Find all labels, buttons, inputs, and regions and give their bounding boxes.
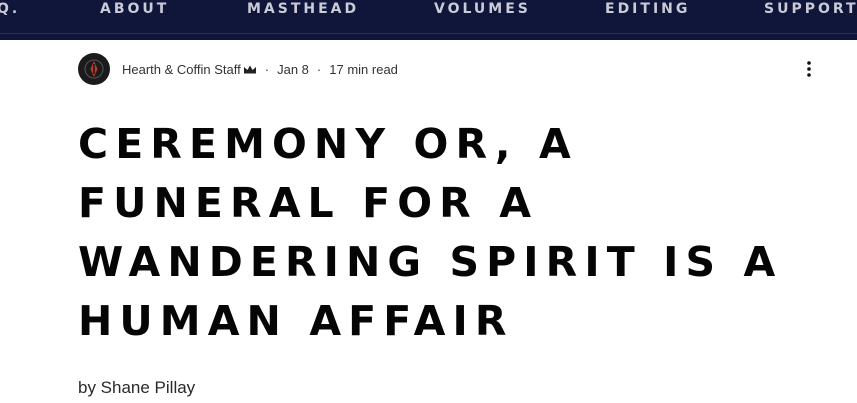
meta-separator: · xyxy=(264,61,270,77)
post-date: Jan 8 xyxy=(277,61,309,77)
author-avatar[interactable] xyxy=(78,53,110,85)
top-navigation-bar: Q. ABOUT MASTHEAD VOLUMES EDITING SUPPOR… xyxy=(0,0,857,40)
nav-link-support[interactable]: SUPPORT xyxy=(764,0,857,18)
more-options-button[interactable] xyxy=(798,58,820,80)
nav-link-about[interactable]: ABOUT xyxy=(100,0,169,18)
crown-icon xyxy=(243,64,257,75)
more-vertical-icon xyxy=(807,61,811,77)
post-byline: by Shane Pillay xyxy=(78,378,196,397)
read-time: 17 min read xyxy=(329,61,398,77)
nav-link-q[interactable]: Q. xyxy=(0,0,20,18)
nav-link-volumes[interactable]: VOLUMES xyxy=(434,0,531,18)
post-title: CEREMONY OR, A FUNERAL FOR A WANDERING S… xyxy=(78,120,783,345)
post-meta: Hearth & Coffin Staff · Jan 8 · 17 min r… xyxy=(78,53,398,85)
avatar-logo-icon xyxy=(84,59,104,79)
author-name[interactable]: Hearth & Coffin Staff xyxy=(122,62,241,77)
meta-separator: · xyxy=(316,61,322,77)
nav-link-masthead[interactable]: MASTHEAD xyxy=(247,0,359,18)
nav-link-editing[interactable]: EDITING xyxy=(605,0,690,18)
